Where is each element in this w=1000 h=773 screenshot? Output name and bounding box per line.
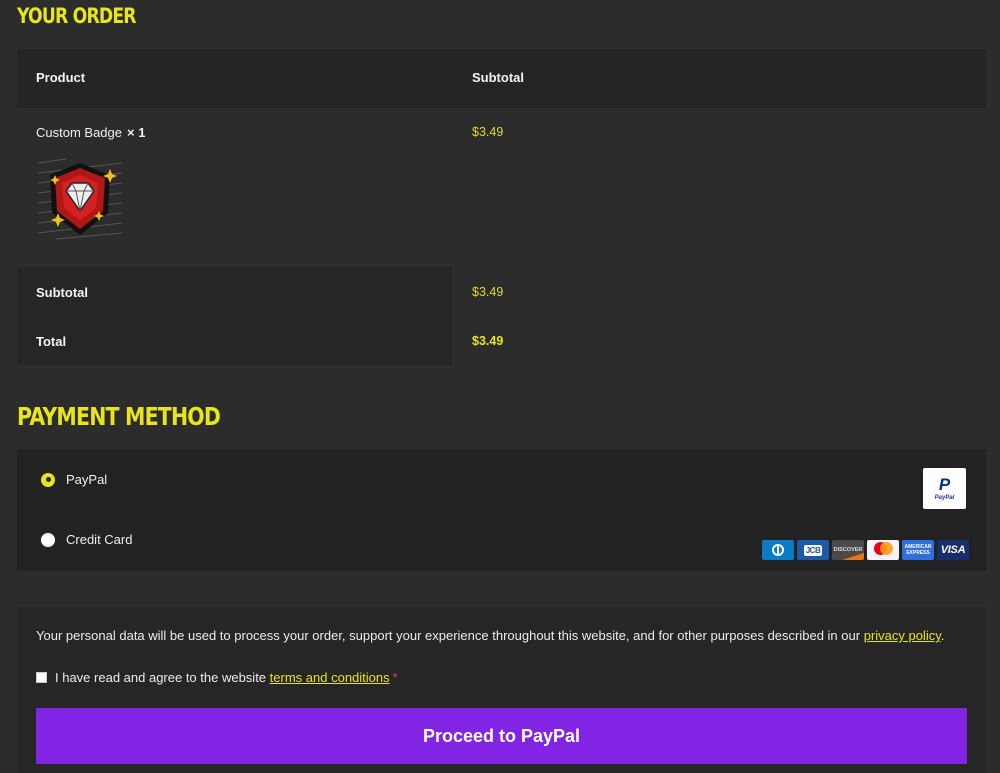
credit-card-label[interactable]: Credit Card <box>66 532 132 547</box>
paypal-label[interactable]: PayPal <box>66 472 107 487</box>
discover-icon: DISCOVER <box>832 540 864 560</box>
payment-method-heading: PAYMENT METHOD <box>17 402 221 431</box>
total-value: $3.49 <box>472 334 504 348</box>
privacy-policy-link[interactable]: privacy policy <box>864 628 941 643</box>
payment-option-credit-card[interactable]: Credit Card <box>41 532 132 547</box>
product-name: Custom Badge × 1 <box>36 125 145 140</box>
credit-card-radio[interactable] <box>41 532 55 547</box>
terms-agree-text[interactable]: I have read and agree to the website <box>55 670 266 685</box>
terms-checkbox[interactable] <box>36 672 47 683</box>
item-subtotal: $3.49 <box>472 125 504 139</box>
paypal-logo-icon: P PayPal <box>923 468 966 509</box>
jcb-text: JCB <box>803 544 823 556</box>
required-asterisk: * <box>392 670 398 685</box>
your-order-heading: YOUR ORDER <box>17 4 137 28</box>
subtotal-value: $3.49 <box>472 285 504 299</box>
totals-values: $3.49 $3.49 <box>452 267 986 365</box>
jcb-icon: JCB <box>797 540 829 560</box>
american-express-icon: AMERICAN EXPRESS <box>902 540 934 560</box>
visa-icon: VISA <box>937 540 969 560</box>
paypal-p-mark: P <box>938 474 951 494</box>
product-quantity: × 1 <box>127 125 146 140</box>
subtotal-column-header: Subtotal <box>472 70 524 85</box>
product-column-header: Product <box>36 70 86 85</box>
product-name-text: Custom Badge <box>36 125 122 140</box>
proceed-to-paypal-button[interactable]: Proceed to PayPal <box>36 708 967 764</box>
card-logos: JCB DISCOVER AMERICAN EXPRESS VISA <box>762 540 969 560</box>
privacy-notice: Your personal data will be used to proce… <box>36 628 944 643</box>
amex-text: AMERICAN EXPRESS <box>904 544 932 556</box>
subtotal-label: Subtotal <box>36 285 88 300</box>
diners-club-icon <box>762 540 794 560</box>
privacy-notice-text: Your personal data will be used to proce… <box>36 628 864 643</box>
paypal-radio[interactable] <box>41 472 55 487</box>
payment-option-paypal[interactable]: PayPal <box>41 472 107 487</box>
totals-labels: Subtotal Total <box>17 267 452 365</box>
mastercard-icon <box>867 540 899 560</box>
order-table-header: Product Subtotal <box>17 49 986 108</box>
discover-text: DISCOVER <box>833 547 863 553</box>
terms-and-conditions-link[interactable]: terms and conditions <box>270 670 390 685</box>
paypal-wordmark: PayPal <box>934 494 955 501</box>
product-thumbnail <box>37 158 123 240</box>
total-label: Total <box>36 334 67 349</box>
terms-agreement: I have read and agree to the website ter… <box>36 670 398 685</box>
order-item-row: Custom Badge × 1 $3.49 <box>17 108 986 267</box>
payment-methods: PayPal P PayPal Credit Card JCB DISCOVER… <box>17 449 986 571</box>
privacy-notice-end: . <box>940 628 945 643</box>
visa-text: VISA <box>940 544 966 556</box>
place-order-section: Your personal data will be used to proce… <box>17 607 986 773</box>
